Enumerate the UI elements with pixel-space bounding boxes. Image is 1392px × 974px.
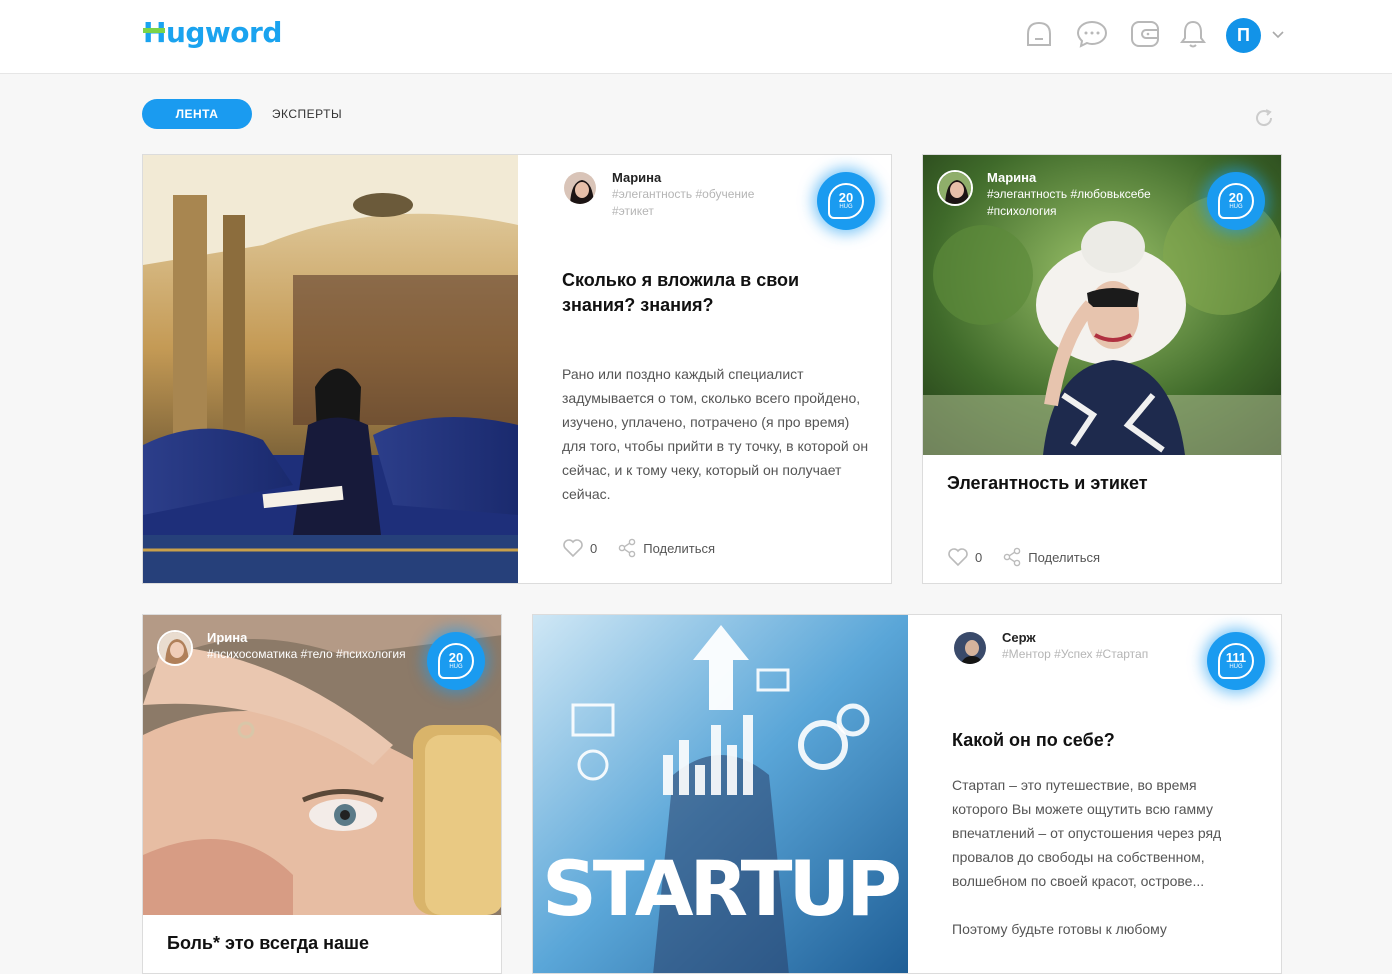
post-author[interactable]: Ирина #психосоматика #тело #психология — [157, 630, 437, 666]
share-button[interactable]: Поделиться — [617, 538, 715, 558]
share-label: Поделиться — [643, 540, 716, 556]
author-meta: Марина #элегантность #любовьксебе #психо… — [987, 170, 1177, 220]
author-name[interactable]: Марина — [987, 170, 1177, 186]
share-icon — [618, 538, 636, 558]
heart-icon — [563, 539, 583, 558]
hug-icon: 20 HUG — [828, 183, 864, 219]
hug-count: 20 — [838, 189, 854, 205]
share-button[interactable]: Поделиться — [1002, 547, 1100, 567]
wallet-icon[interactable] — [1129, 18, 1161, 50]
author-name[interactable]: Ирина — [207, 630, 437, 646]
post-card[interactable]: STARTUP Серж #Ментор #Успех #Стартап 111… — [532, 614, 1282, 974]
post-card[interactable]: Марина #элегантность #обучение #этикет 2… — [142, 154, 892, 584]
post-author[interactable]: Серж #Ментор #Успех #Стартап — [952, 630, 1202, 666]
logo-letter: H — [143, 16, 166, 49]
hug-badge[interactable]: 111 HUG — [1207, 632, 1265, 690]
post-excerpt-continued: Поэтому будьте готовы к любому — [952, 921, 1167, 937]
user-avatar[interactable]: П — [1226, 18, 1261, 53]
refresh-icon[interactable] — [1253, 107, 1275, 129]
like-button[interactable]: 0 — [562, 538, 597, 558]
post-title[interactable]: Сколько я вложила в свои знания? знания? — [562, 268, 852, 318]
hug-count: 20 — [448, 649, 464, 665]
post-title[interactable]: Элегантность и этикет — [947, 471, 1257, 496]
post-title[interactable]: Какой он по себе? — [952, 728, 1252, 753]
hug-label: HUG — [449, 663, 463, 670]
like-count: 0 — [975, 549, 983, 565]
author-avatar[interactable] — [937, 170, 973, 206]
post-card[interactable]: Ирина #психосоматика #тело #психология 2… — [142, 614, 502, 974]
post-photo[interactable]: STARTUP — [533, 615, 908, 973]
author-avatar[interactable] — [157, 630, 193, 666]
hug-badge[interactable]: 20 HUG — [817, 172, 875, 230]
post-excerpt: Рано или поздно каждый специалист задумы… — [562, 366, 869, 502]
post-actions: 0 Поделиться — [562, 538, 715, 558]
hugword-logo[interactable]: Hugword — [143, 16, 282, 49]
hug-icon: 20 HUG — [1218, 183, 1254, 219]
post-card[interactable]: Марина #элегантность #любовьксебе #психо… — [922, 154, 1282, 584]
hug-badge[interactable]: 20 HUG — [1207, 172, 1265, 230]
hug-label: HUG — [839, 203, 853, 210]
hug-label: HUG — [1229, 663, 1243, 670]
author-avatar[interactable] — [952, 630, 988, 666]
post-author[interactable]: Марина #элегантность #обучение #этикет — [562, 170, 782, 220]
chevron-down-icon[interactable] — [1270, 27, 1286, 41]
post-author[interactable]: Марина #элегантность #любовьксебе #психо… — [937, 170, 1177, 220]
hug-label: HUG — [1229, 203, 1243, 210]
author-name[interactable]: Марина — [612, 170, 782, 186]
author-meta: Серж #Ментор #Успех #Стартап — [1002, 630, 1202, 663]
like-count: 0 — [590, 540, 598, 556]
post-tags[interactable]: #элегантность #обучение #этикет — [612, 186, 782, 220]
author-avatar[interactable] — [562, 170, 598, 206]
post-photo[interactable] — [143, 155, 518, 583]
hug-count: 111 — [1225, 649, 1247, 665]
share-icon — [1003, 547, 1021, 567]
hug-count: 20 — [1228, 189, 1244, 205]
bell-icon[interactable] — [1177, 18, 1209, 50]
post-tags[interactable]: #Ментор #Успех #Стартап — [1002, 646, 1202, 663]
logo-text: ugword — [165, 16, 282, 49]
post-excerpt: Стартап – это путешествие, во время кото… — [952, 777, 1222, 889]
tab-experts[interactable]: ЭКСПЕРТЫ — [262, 99, 352, 129]
chat-icon[interactable] — [1076, 18, 1108, 50]
hug-icon: 111 HUG — [1218, 643, 1254, 679]
post-tags[interactable]: #элегантность #любовьксебе #психология — [987, 186, 1177, 220]
author-name[interactable]: Серж — [1002, 630, 1202, 646]
post-title[interactable]: Боль* это всегда наше — [167, 931, 477, 956]
like-button[interactable]: 0 — [947, 547, 982, 567]
top-header: Hugword П — [0, 0, 1392, 74]
author-meta: Марина #элегантность #обучение #этикет — [612, 170, 782, 220]
post-tags[interactable]: #психосоматика #тело #психология — [207, 646, 437, 663]
tab-feed[interactable]: ЛЕНТА — [142, 99, 252, 129]
heart-icon — [948, 548, 968, 567]
share-label: Поделиться — [1028, 549, 1101, 565]
hug-icon: 20 HUG — [438, 643, 474, 679]
author-meta: Ирина #психосоматика #тело #психология — [207, 630, 437, 663]
startup-image-text: STARTUP — [542, 844, 899, 933]
post-actions: 0 Поделиться — [947, 547, 1100, 567]
home-icon[interactable] — [1023, 18, 1055, 50]
hug-badge[interactable]: 20 HUG — [427, 632, 485, 690]
